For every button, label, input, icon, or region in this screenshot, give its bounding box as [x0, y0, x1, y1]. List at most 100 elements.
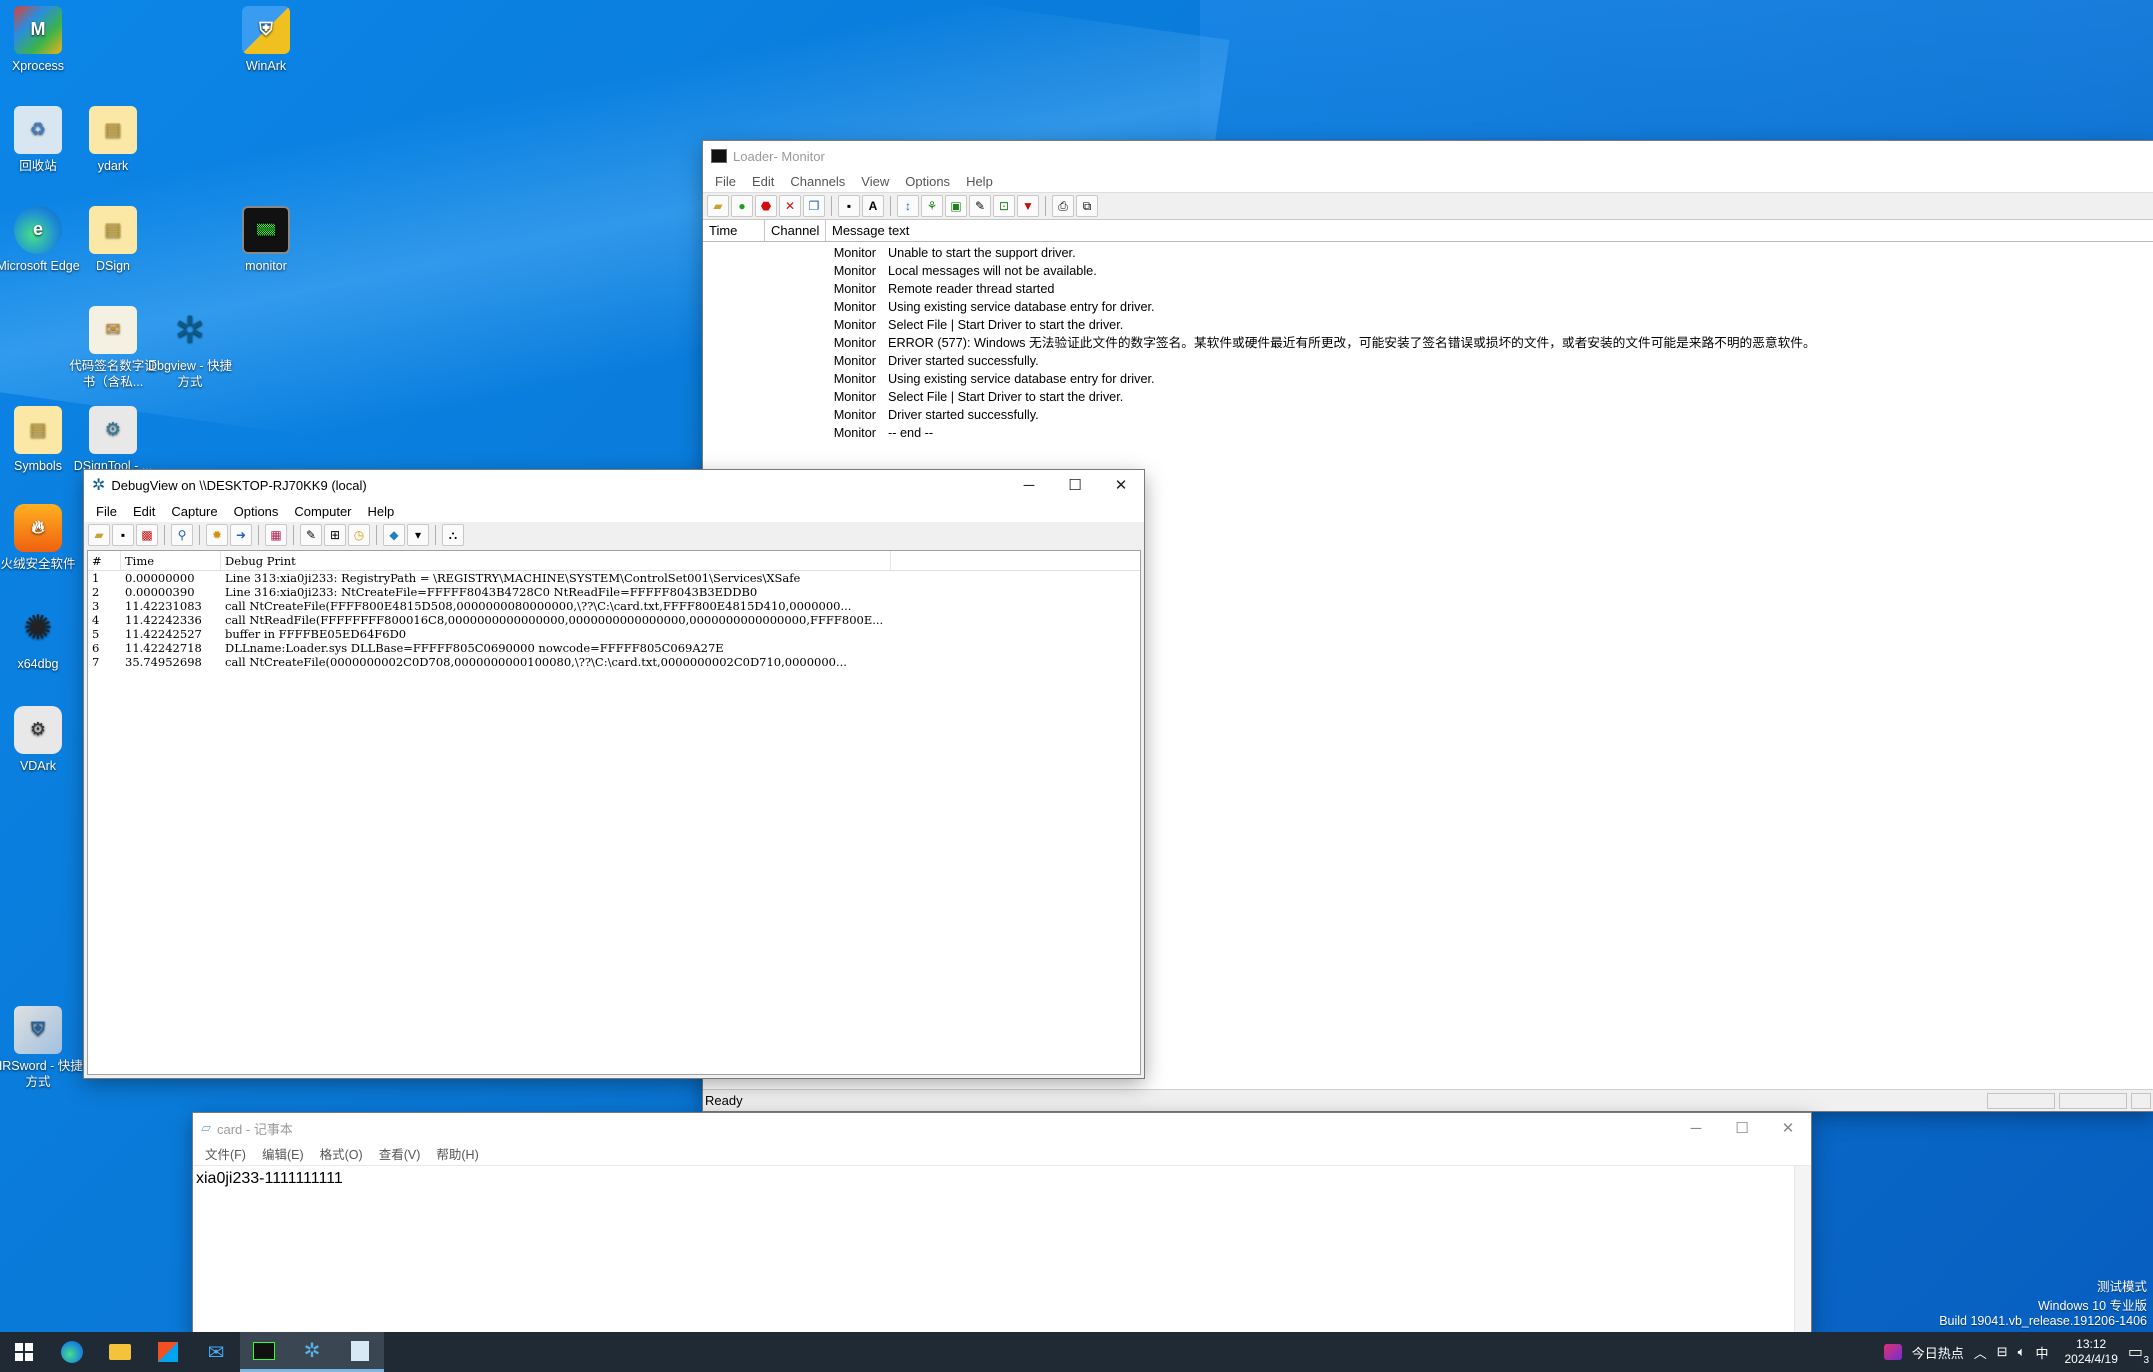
- column-number[interactable]: #: [88, 551, 121, 570]
- vertical-scrollbar[interactable]: [1794, 1166, 1811, 1332]
- debug-row[interactable]: 1 0.00000000 Line 313:xia0ji233: RegistryP…: [88, 571, 1140, 585]
- menu-help[interactable]: 帮助(H): [428, 1144, 486, 1163]
- menu-options[interactable]: Options: [897, 174, 958, 189]
- taskbar-mail[interactable]: ✉: [192, 1332, 240, 1372]
- monitor-row[interactable]: Monitor ERROR (577): Windows 无法验证此文件的数字签名…: [703, 334, 2153, 352]
- connect-icon[interactable]: ⧉: [1076, 195, 1098, 217]
- find-icon[interactable]: ⛬: [442, 524, 464, 546]
- menu-help[interactable]: Help: [958, 174, 1001, 189]
- save-icon[interactable]: ▪: [838, 195, 860, 217]
- font-icon[interactable]: A: [862, 195, 884, 217]
- desktop-icon-dsigntool[interactable]: ⚙ DSignTool - ...: [65, 406, 161, 474]
- monitor-row[interactable]: Monitor Select File | Start Driver to sta…: [703, 316, 2153, 334]
- close-button[interactable]: ✕: [1098, 470, 1144, 500]
- start-button[interactable]: [0, 1332, 48, 1372]
- minimize-button[interactable]: ─: [1006, 470, 1052, 500]
- menu-view[interactable]: 查看(V): [371, 1144, 429, 1163]
- menu-computer[interactable]: Computer: [286, 504, 359, 519]
- debug-row[interactable]: 7 35.74952698 call NtCreateFile(0000000002…: [88, 655, 1140, 669]
- monitor-row[interactable]: Monitor Driver started successfully.: [703, 352, 2153, 370]
- taskbar-debugview[interactable]: ✲: [288, 1332, 336, 1372]
- clear-log-icon[interactable]: ▩: [136, 524, 158, 546]
- menu-file[interactable]: 文件(F): [197, 1144, 254, 1163]
- open-icon[interactable]: ▰: [707, 195, 729, 217]
- debugview-titlebar[interactable]: ✲ DebugView on \\DESKTOP-RJ70KK9 (local)…: [84, 470, 1144, 500]
- monitor-row[interactable]: Monitor Remote reader thread started: [703, 280, 2153, 298]
- notepad-content[interactable]: xia0ji233-1111111111: [193, 1166, 1811, 1192]
- autoscroll-icon[interactable]: ➜: [230, 524, 252, 546]
- column-time[interactable]: Time: [121, 551, 221, 570]
- stop-icon[interactable]: ⬣: [755, 195, 777, 217]
- desktop-icon-vdark[interactable]: ⚙ VDArk: [0, 706, 86, 774]
- clock[interactable]: 13:12 2024/4/19: [2064, 1337, 2117, 1367]
- menu-edit[interactable]: Edit: [744, 174, 782, 189]
- network-icon[interactable]: ⊟: [1997, 1344, 2008, 1360]
- taskbar-monitor[interactable]: [240, 1332, 288, 1372]
- notepad-titlebar[interactable]: ▱ card - 记事本 ─ ☐ ✕: [193, 1113, 1811, 1143]
- news-icon[interactable]: [1883, 1344, 1902, 1360]
- maximize-button[interactable]: ☐: [1052, 470, 1098, 500]
- desktop-icon-winark[interactable]: ⛨ WinArk: [218, 6, 314, 74]
- taskbar-notepad[interactable]: [336, 1332, 384, 1372]
- clear-icon[interactable]: ⊡: [993, 195, 1015, 217]
- monitor-row[interactable]: Monitor Unable to start the support drive…: [703, 244, 2153, 262]
- filter-icon[interactable]: ⊞: [324, 524, 346, 546]
- search-icon[interactable]: ⚲: [171, 524, 193, 546]
- monitor-row[interactable]: Monitor Using existing service database e…: [703, 298, 2153, 316]
- debug-row[interactable]: 4 11.42242336 call NtReadFile(FFFFFFFF8000…: [88, 613, 1140, 627]
- menu-help[interactable]: Help: [360, 504, 403, 519]
- debug-row[interactable]: 2 0.00000390 Line 316:xia0ji233: NtCreateF…: [88, 585, 1140, 599]
- monitor-row[interactable]: Monitor Select File | Start Driver to sta…: [703, 388, 2153, 406]
- column-debug-print[interactable]: Debug Print: [221, 551, 891, 570]
- monitor-row[interactable]: Monitor Using existing service database e…: [703, 370, 2153, 388]
- desktop-icon-xprocess[interactable]: M Xprocess: [0, 6, 86, 74]
- menu-view[interactable]: View: [853, 174, 897, 189]
- monitor-row[interactable]: Monitor -- end --: [703, 424, 2153, 442]
- ime-indicator[interactable]: 中: [2035, 1343, 2048, 1362]
- copy-icon[interactable]: ❐: [803, 195, 825, 217]
- notepad-text-area[interactable]: xia0ji233-1111111111: [193, 1165, 1811, 1332]
- filter-icon[interactable]: ▼: [1017, 195, 1039, 217]
- print-icon[interactable]: ⎙: [1052, 195, 1074, 217]
- volume-icon[interactable]: 🔈︎: [2018, 1344, 2026, 1360]
- taskbar-store[interactable]: [144, 1332, 192, 1372]
- highlight-icon[interactable]: ◆: [383, 524, 405, 546]
- history-icon[interactable]: ▾: [407, 524, 429, 546]
- open-icon[interactable]: ▰: [88, 524, 110, 546]
- chevron-up-icon[interactable]: ︿: [1974, 1343, 1987, 1362]
- close-icon[interactable]: ✕: [779, 195, 801, 217]
- monitor-row[interactable]: Monitor Driver started successfully.: [703, 406, 2153, 424]
- menu-capture[interactable]: Capture: [163, 504, 225, 519]
- desktop-icon-huorong[interactable]: 🔥︎ 火绒安全软件: [0, 504, 86, 572]
- maximize-button[interactable]: ☐: [1719, 1113, 1765, 1143]
- debug-row[interactable]: 6 11.42242718 DLLname:Loader.sys DLLBase=F…: [88, 641, 1140, 655]
- save-icon[interactable]: ▪: [112, 524, 134, 546]
- desktop-icon-ydark[interactable]: ▤ ydark: [65, 106, 161, 174]
- capture-win32-icon[interactable]: ▦: [265, 524, 287, 546]
- menu-file[interactable]: File: [88, 504, 125, 519]
- minimize-button[interactable]: ─: [1673, 1113, 1719, 1143]
- desktop-icon-dsign[interactable]: ▤ DSign: [65, 206, 161, 274]
- taskbar-explorer[interactable]: [96, 1332, 144, 1372]
- debug-row[interactable]: 5 11.42242527 buffer in FFFFBE05ED64F6D0: [88, 627, 1140, 641]
- desktop-icon-hrsword[interactable]: ⛨ HRSword - 快捷方式: [0, 1006, 86, 1091]
- clock-icon[interactable]: ◷: [348, 524, 370, 546]
- capture-icon[interactable]: ▣: [945, 195, 967, 217]
- channels-icon[interactable]: ⚘: [921, 195, 943, 217]
- start-icon[interactable]: ●: [731, 195, 753, 217]
- monitor-row[interactable]: Monitor Local messages will not be availa…: [703, 262, 2153, 280]
- column-message[interactable]: Message text: [826, 220, 2153, 241]
- debug-row[interactable]: 3 11.42231083 call NtCreateFile(FFFF800E48…: [88, 599, 1140, 613]
- notification-icon[interactable]: ▭ 3: [2128, 1342, 2149, 1366]
- menu-format[interactable]: 格式(O): [312, 1144, 371, 1163]
- edit-icon[interactable]: ✎: [300, 524, 322, 546]
- taskbar-edge[interactable]: [48, 1332, 96, 1372]
- menu-edit[interactable]: Edit: [125, 504, 163, 519]
- close-button[interactable]: ✕: [1765, 1113, 1811, 1143]
- menu-options[interactable]: Options: [226, 504, 287, 519]
- edit-icon[interactable]: ✎: [969, 195, 991, 217]
- desktop-icon-monitor[interactable]: ▒▒▒ monitor: [218, 206, 314, 274]
- menu-edit[interactable]: 编辑(E): [254, 1144, 312, 1163]
- desktop-icon-x64dbg[interactable]: ✺ x64dbg: [0, 604, 86, 672]
- menu-file[interactable]: File: [707, 174, 744, 189]
